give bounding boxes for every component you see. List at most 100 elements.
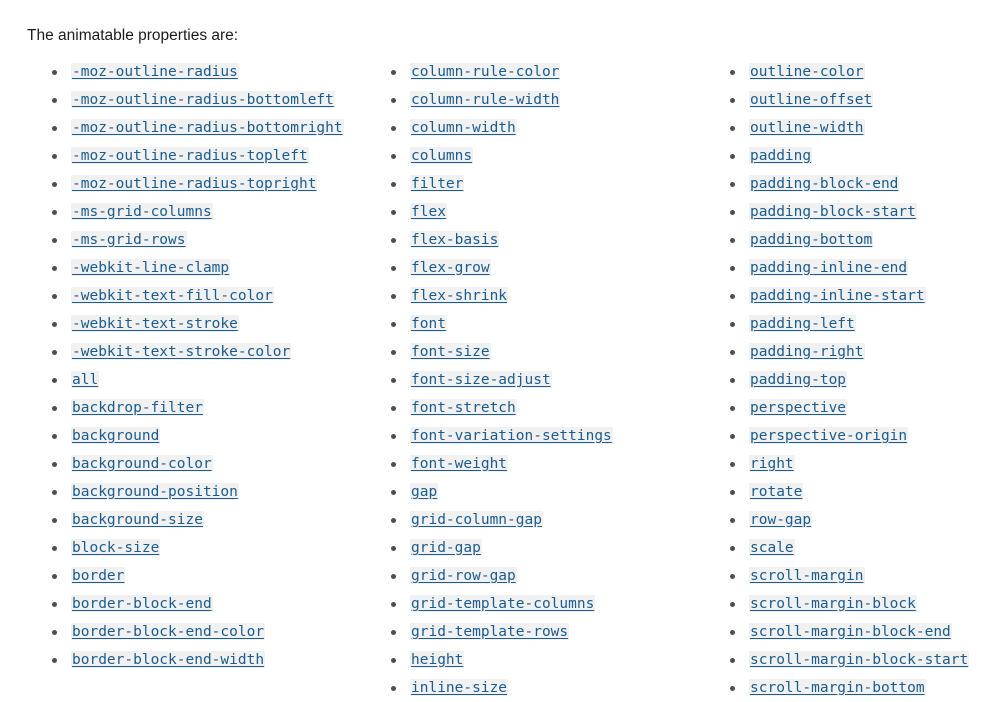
property-link[interactable]: padding-inline-start bbox=[749, 287, 926, 304]
property-link[interactable]: perspective bbox=[749, 399, 848, 416]
property-link[interactable]: scroll-margin bbox=[749, 567, 865, 584]
property-link[interactable]: right bbox=[749, 455, 795, 472]
property-link[interactable]: -moz-outline-radius-topright bbox=[71, 175, 318, 192]
list-item: background-size bbox=[45, 506, 375, 534]
property-link[interactable]: inline-size bbox=[410, 679, 509, 696]
property-link[interactable]: column-rule-color bbox=[410, 63, 561, 80]
property-link[interactable]: -moz-outline-radius-topleft bbox=[71, 147, 309, 164]
list-item: padding-bottom bbox=[723, 226, 1007, 254]
list-item: -ms-grid-rows bbox=[45, 226, 375, 254]
property-link[interactable]: grid-row-gap bbox=[410, 567, 517, 584]
property-link[interactable]: flex bbox=[410, 203, 447, 220]
list-item: padding-inline-end bbox=[723, 254, 1007, 282]
property-link[interactable]: -moz-outline-radius bbox=[71, 63, 239, 80]
property-link[interactable]: padding-left bbox=[749, 315, 856, 332]
list-item: -moz-outline-radius-topright bbox=[45, 170, 375, 198]
property-link[interactable]: padding-top bbox=[749, 371, 848, 388]
property-link[interactable]: border-block-end-width bbox=[71, 651, 266, 668]
property-link[interactable]: font-variation-settings bbox=[410, 427, 613, 444]
property-link[interactable]: height bbox=[410, 651, 465, 668]
list-item: flex-basis bbox=[384, 226, 714, 254]
list-item: backdrop-filter bbox=[45, 394, 375, 422]
list-item: padding-block-start bbox=[723, 198, 1007, 226]
property-link[interactable]: outline-color bbox=[749, 63, 865, 80]
property-link[interactable]: all bbox=[71, 371, 100, 388]
property-link[interactable]: columns bbox=[410, 147, 474, 164]
property-link[interactable]: scroll-margin-bottom bbox=[749, 679, 926, 696]
property-link[interactable]: -ms-grid-rows bbox=[71, 231, 187, 248]
list-item: perspective bbox=[723, 394, 1007, 422]
property-link[interactable]: border bbox=[71, 567, 126, 584]
property-link[interactable]: scroll-margin-block bbox=[749, 595, 917, 612]
property-link[interactable]: -webkit-text-stroke bbox=[71, 315, 239, 332]
list-item: -webkit-line-clamp bbox=[45, 254, 375, 282]
property-link[interactable]: grid-column-gap bbox=[410, 511, 543, 528]
list-item: -moz-outline-radius-bottomleft bbox=[45, 86, 375, 114]
list-item: -moz-outline-radius-bottomright bbox=[45, 114, 375, 142]
property-link[interactable]: padding-block-start bbox=[749, 203, 917, 220]
property-link[interactable]: scroll-margin-block-end bbox=[749, 623, 952, 640]
property-link[interactable]: outline-width bbox=[749, 119, 865, 136]
list-item: padding-top bbox=[723, 366, 1007, 394]
property-link[interactable]: column-rule-width bbox=[410, 91, 561, 108]
property-link[interactable]: grid-gap bbox=[410, 539, 482, 556]
property-link[interactable]: -webkit-text-fill-color bbox=[71, 287, 274, 304]
list-item: scroll-margin-block bbox=[723, 590, 1007, 618]
list-item: border bbox=[45, 562, 375, 590]
list-item: border-block-end-color bbox=[45, 618, 375, 646]
property-link[interactable]: font-size-adjust bbox=[410, 371, 552, 388]
property-link[interactable]: padding-inline-end bbox=[749, 259, 909, 276]
property-link[interactable]: padding-right bbox=[749, 343, 865, 360]
property-link[interactable]: -moz-outline-radius-bottomleft bbox=[71, 91, 335, 108]
property-link[interactable]: block-size bbox=[71, 539, 161, 556]
property-link[interactable]: -moz-outline-radius-bottomright bbox=[71, 119, 344, 136]
list-item: column-rule-color bbox=[384, 58, 714, 86]
list-item: padding-inline-start bbox=[723, 282, 1007, 310]
property-link[interactable]: padding bbox=[749, 147, 813, 164]
list-item: right bbox=[723, 450, 1007, 478]
property-link[interactable]: flex-basis bbox=[410, 231, 500, 248]
property-link[interactable]: rotate bbox=[749, 483, 804, 500]
property-link[interactable]: background-color bbox=[71, 455, 213, 472]
property-link[interactable]: -webkit-text-stroke-color bbox=[71, 343, 292, 360]
property-link[interactable]: scale bbox=[749, 539, 795, 556]
property-link[interactable]: font bbox=[410, 315, 447, 332]
list-item: padding-right bbox=[723, 338, 1007, 366]
property-link[interactable]: filter bbox=[410, 175, 465, 192]
property-link[interactable]: row-gap bbox=[749, 511, 813, 528]
property-link[interactable]: perspective-origin bbox=[749, 427, 909, 444]
list-item: -webkit-text-fill-color bbox=[45, 282, 375, 310]
property-link[interactable]: background-size bbox=[71, 511, 204, 528]
property-link[interactable]: scroll-margin-block-start bbox=[749, 651, 970, 668]
property-link[interactable]: padding-block-end bbox=[749, 175, 900, 192]
property-link[interactable]: -ms-grid-columns bbox=[71, 203, 213, 220]
property-link[interactable]: background bbox=[71, 427, 161, 444]
property-link[interactable]: -webkit-line-clamp bbox=[71, 259, 231, 276]
list-item: border-block-end-width bbox=[45, 646, 375, 674]
list-item: inline-size bbox=[384, 674, 714, 702]
property-link[interactable]: flex-shrink bbox=[410, 287, 509, 304]
property-link[interactable]: outline-offset bbox=[749, 91, 874, 108]
property-link[interactable]: gap bbox=[410, 483, 439, 500]
list-item: scroll-margin-bottom bbox=[723, 674, 1007, 702]
list-item: border-block-end bbox=[45, 590, 375, 618]
property-link[interactable]: border-block-end-color bbox=[71, 623, 266, 640]
property-link[interactable]: font-stretch bbox=[410, 399, 517, 416]
property-link[interactable]: font-weight bbox=[410, 455, 509, 472]
list-item: background-position bbox=[45, 478, 375, 506]
property-link[interactable]: backdrop-filter bbox=[71, 399, 204, 416]
property-link[interactable]: flex-grow bbox=[410, 259, 491, 276]
property-link[interactable]: background-position bbox=[71, 483, 239, 500]
property-list-column-1: -moz-outline-radius -moz-outline-radius-b… bbox=[45, 58, 375, 674]
list-item: flex bbox=[384, 198, 714, 226]
property-link[interactable]: grid-template-columns bbox=[410, 595, 596, 612]
property-link[interactable]: padding-bottom bbox=[749, 231, 874, 248]
list-item: scale bbox=[723, 534, 1007, 562]
list-item: padding bbox=[723, 142, 1007, 170]
property-link[interactable]: font-size bbox=[410, 343, 491, 360]
property-link[interactable]: column-width bbox=[410, 119, 517, 136]
list-item: background bbox=[45, 422, 375, 450]
property-link[interactable]: border-block-end bbox=[71, 595, 213, 612]
property-link[interactable]: grid-template-rows bbox=[410, 623, 570, 640]
list-item: padding-block-end bbox=[723, 170, 1007, 198]
